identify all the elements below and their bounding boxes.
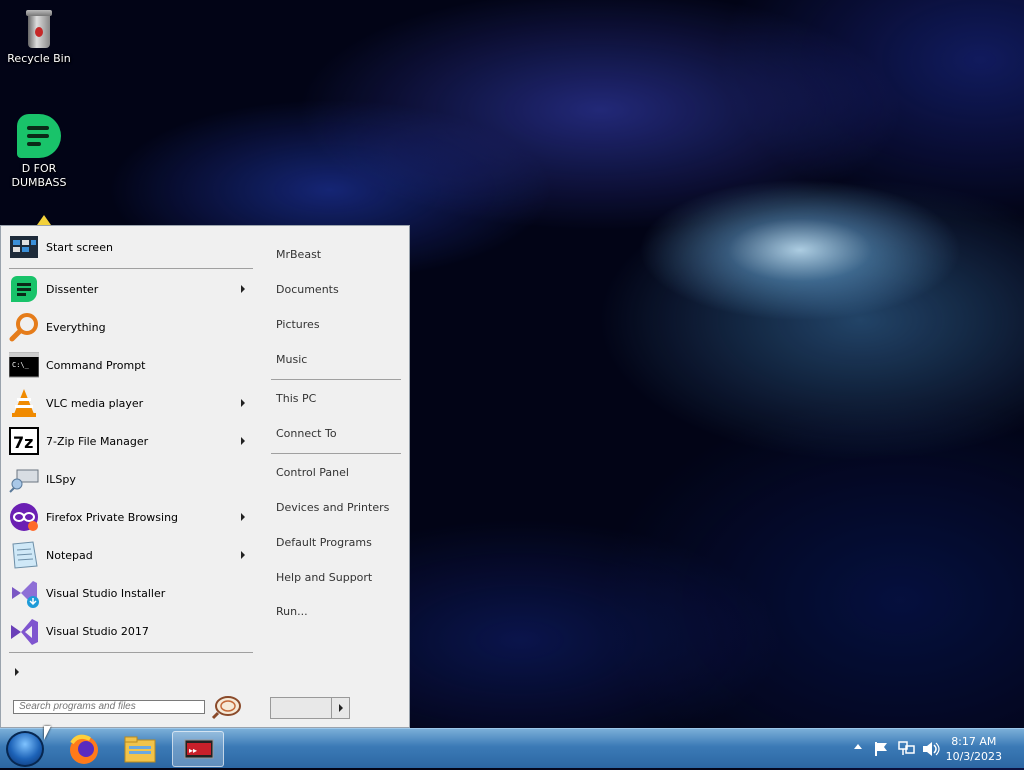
link-devices-printers[interactable]: Devices and Printers xyxy=(276,501,389,514)
submenu-arrow-icon xyxy=(241,437,245,445)
action-center-flag-icon[interactable] xyxy=(874,741,888,757)
submenu-arrow-icon xyxy=(241,551,245,559)
search-magnifier-icon[interactable] xyxy=(211,694,243,720)
link-run[interactable]: Run... xyxy=(276,605,308,618)
program-7zip[interactable]: 7z 7-Zip File Manager xyxy=(9,424,253,458)
start-menu-places-pane: MrBeast Documents Pictures Music This PC… xyxy=(261,226,411,727)
start-menu-programs-pane: Start screen Dissenter Everything C:\_ C… xyxy=(1,226,259,727)
link-this-pc[interactable]: This PC xyxy=(276,392,316,405)
file-explorer-icon xyxy=(124,736,156,763)
program-label: Command Prompt xyxy=(46,358,146,372)
start-screen-icon xyxy=(9,232,39,262)
everything-search-icon xyxy=(9,312,39,342)
program-dissenter[interactable]: Dissenter xyxy=(9,272,253,306)
program-notepad[interactable]: Notepad xyxy=(9,538,253,572)
program-label: Start screen xyxy=(46,240,113,254)
all-programs-arrow-icon[interactable] xyxy=(15,668,19,676)
clock-date: 10/3/2023 xyxy=(945,750,1002,763)
svg-text:C:\_: C:\_ xyxy=(12,361,30,369)
dissenter-app-icon xyxy=(17,114,61,158)
network-icon[interactable] xyxy=(898,740,916,756)
link-pictures[interactable]: Pictures xyxy=(276,318,320,331)
program-start-screen[interactable]: Start screen xyxy=(9,230,253,264)
link-help-support[interactable]: Help and Support xyxy=(276,571,372,584)
program-label: Firefox Private Browsing xyxy=(46,510,179,524)
link-default-programs[interactable]: Default Programs xyxy=(276,536,372,549)
recycle-bin-icon xyxy=(24,10,54,48)
program-label: ILSpy xyxy=(46,472,76,486)
shutdown-button[interactable] xyxy=(271,698,332,718)
program-label: Visual Studio Installer xyxy=(46,586,166,600)
link-connect-to[interactable]: Connect To xyxy=(276,427,337,440)
program-visual-studio[interactable]: Visual Studio 2017 xyxy=(9,614,253,648)
app-window-icon: ▸▸ xyxy=(184,739,214,759)
start-menu: Start screen Dissenter Everything C:\_ C… xyxy=(0,225,410,728)
program-ilspy[interactable]: ILSpy xyxy=(9,462,253,496)
link-music[interactable]: Music xyxy=(276,353,307,366)
svg-text:7z: 7z xyxy=(13,433,33,452)
visual-studio-icon xyxy=(9,616,39,646)
submenu-arrow-icon xyxy=(241,513,245,521)
submenu-arrow-icon xyxy=(241,399,245,407)
separator xyxy=(9,652,253,653)
separator xyxy=(271,453,401,454)
program-label: VLC media player xyxy=(46,396,144,410)
notepad-icon xyxy=(9,540,39,570)
system-tray xyxy=(850,729,950,769)
taskbar-file-explorer[interactable] xyxy=(114,731,166,767)
link-documents[interactable]: Documents xyxy=(276,283,339,296)
program-command-prompt[interactable]: C:\_ Command Prompt xyxy=(8,348,253,382)
clock-time: 8:17 AM xyxy=(951,735,997,748)
desktop-icon-recycle-bin[interactable]: Recycle Bin xyxy=(4,10,74,66)
desktop-icon-label: Recycle Bin xyxy=(7,52,71,65)
search-programs-input[interactable] xyxy=(13,700,205,714)
program-label: Dissenter xyxy=(46,282,99,296)
submenu-arrow-icon xyxy=(241,285,245,293)
7zip-icon: 7z xyxy=(9,426,39,456)
separator xyxy=(9,268,253,269)
taskbar-running-app[interactable]: ▸▸ xyxy=(172,731,224,767)
warning-badge-icon xyxy=(37,215,51,225)
program-label: Everything xyxy=(46,320,106,334)
volume-icon[interactable] xyxy=(922,741,940,757)
command-prompt-icon: C:\_ xyxy=(8,350,40,380)
taskbar-firefox[interactable] xyxy=(58,731,110,767)
dissenter-icon xyxy=(9,274,39,304)
program-vs-installer[interactable]: Visual Studio Installer xyxy=(9,576,253,610)
program-everything[interactable]: Everything xyxy=(9,310,253,344)
svg-text:▸▸: ▸▸ xyxy=(189,746,197,755)
program-vlc[interactable]: VLC media player xyxy=(9,386,253,420)
desktop-icon-d-for-dumbass[interactable]: D FOR DUMBASS xyxy=(4,114,74,190)
separator xyxy=(271,379,401,380)
shutdown-button-group xyxy=(270,697,350,719)
start-button[interactable] xyxy=(6,731,44,767)
program-label: Visual Studio 2017 xyxy=(46,624,149,638)
program-label: 7-Zip File Manager xyxy=(46,434,149,448)
program-label: Notepad xyxy=(46,548,93,562)
mouse-cursor-icon xyxy=(44,726,51,740)
program-firefox-private[interactable]: Firefox Private Browsing xyxy=(9,500,253,534)
firefox-icon xyxy=(70,734,98,764)
vlc-cone-icon xyxy=(9,388,39,418)
show-hidden-icons-chevron[interactable] xyxy=(854,744,862,749)
ilspy-icon xyxy=(9,464,39,494)
taskbar-clock[interactable]: 8:17 AM 10/3/2023 xyxy=(946,734,1002,764)
firefox-private-icon xyxy=(9,502,39,532)
link-control-panel[interactable]: Control Panel xyxy=(276,466,349,479)
taskbar: ▸▸ 8:17 AM 10/3/2023 xyxy=(0,728,1024,768)
link-user-folder[interactable]: MrBeast xyxy=(276,248,321,261)
desktop-icon-label: D FOR DUMBASS xyxy=(11,162,67,189)
shutdown-options-arrow-icon[interactable] xyxy=(339,704,343,712)
vs-installer-icon xyxy=(9,578,39,608)
